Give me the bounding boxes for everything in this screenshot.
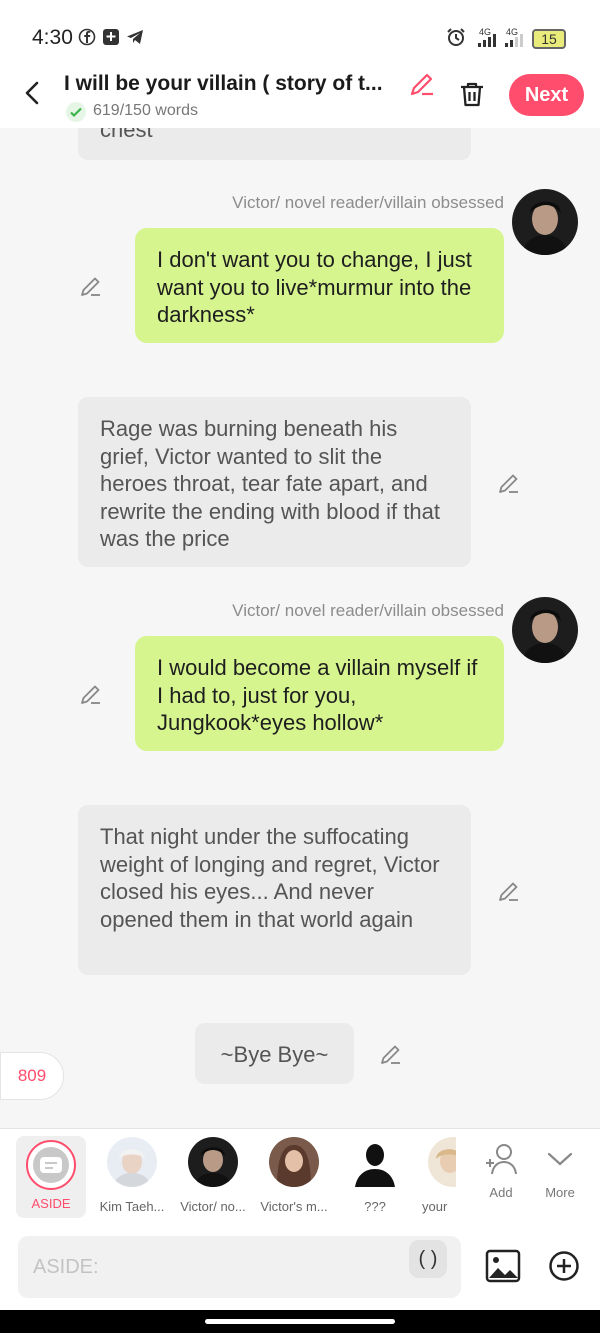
word-count: 619/150 words — [93, 102, 198, 119]
narration-text: That night under the suffocating weight … — [100, 824, 440, 932]
narration-text: ~Bye Bye~ — [220, 1042, 329, 1067]
character-kim[interactable]: Kim Taeh... — [96, 1137, 168, 1214]
more-label: More — [545, 1185, 575, 1200]
narration-bubble[interactable]: ~Bye Bye~ — [195, 1023, 354, 1084]
character-label: Victor's m... — [260, 1199, 328, 1214]
character-victor[interactable]: Victor/ no... — [177, 1137, 249, 1214]
battery-level: 15 — [541, 31, 557, 47]
editor-header: I will be your villain ( story of t... 6… — [0, 66, 600, 128]
telegram-icon — [127, 30, 143, 44]
avatar-victor[interactable] — [512, 189, 578, 255]
character-label: ??? — [364, 1199, 386, 1214]
narration-text: chest — [100, 128, 153, 142]
character-label: Victor/ no... — [180, 1199, 246, 1214]
character-unknown[interactable]: ??? — [339, 1137, 411, 1214]
signal-icon — [478, 34, 496, 47]
character-tray: ASIDE Kim Taeh... Victor/ no... Victor's… — [0, 1128, 600, 1228]
narration-bubble[interactable]: That night under the suffocating weight … — [78, 805, 471, 975]
character-label: your — [422, 1199, 448, 1214]
add-person-icon — [486, 1144, 517, 1175]
add-label: Add — [489, 1185, 513, 1200]
silhouette-icon — [350, 1137, 400, 1187]
paren-button[interactable]: ( ) — [409, 1240, 447, 1278]
avatar-image — [428, 1137, 456, 1187]
character-aside[interactable]: ASIDE — [16, 1136, 86, 1218]
facebook-icon — [78, 28, 96, 46]
edit-icon[interactable] — [79, 274, 103, 298]
plus-circle-icon[interactable] — [548, 1250, 580, 1282]
character-victors-m[interactable]: Victor's m... — [258, 1137, 330, 1214]
story-title: I will be your villain ( story of t... — [64, 72, 383, 95]
narration-bubble-previous[interactable]: chest — [78, 128, 471, 160]
more-characters-button[interactable]: More — [533, 1141, 587, 1200]
aside-label: ASIDE — [31, 1196, 71, 1211]
edit-icon[interactable] — [497, 879, 521, 903]
check-icon — [66, 102, 86, 122]
avatar-image — [107, 1137, 157, 1187]
status-bar: 4:30 4G 4G 15 — [0, 0, 600, 66]
app-notification-icon — [103, 29, 119, 45]
avatar-image — [512, 189, 578, 255]
message-text: I don't want you to change, I just want … — [157, 247, 472, 327]
avatar-victor[interactable] — [512, 597, 578, 663]
input-bar: ASIDE: ( ) — [0, 1228, 600, 1310]
speaker-name: Victor/ novel reader/villain obsessed — [232, 601, 504, 620]
edit-title-icon[interactable] — [408, 70, 436, 98]
image-icon[interactable] — [485, 1248, 521, 1284]
edit-icon[interactable] — [497, 471, 521, 495]
trash-icon[interactable] — [458, 80, 486, 108]
narration-text: Rage was burning beneath his grief, Vict… — [100, 416, 440, 551]
user-message-bubble[interactable]: I would become a villain myself if I had… — [135, 636, 504, 751]
message-text: I would become a villain myself if I had… — [157, 655, 478, 735]
back-arrow-icon[interactable] — [20, 80, 46, 106]
aside-input[interactable]: ASIDE: — [18, 1236, 461, 1298]
avatar-image — [188, 1137, 238, 1187]
message-counter[interactable]: 809 — [0, 1052, 64, 1100]
aside-chat-icon — [33, 1147, 69, 1183]
avatar-image — [512, 597, 578, 663]
narration-bubble[interactable]: Rage was burning beneath his grief, Vict… — [78, 397, 471, 567]
alarm-icon — [447, 28, 465, 46]
user-message-bubble[interactable]: I don't want you to change, I just want … — [135, 228, 504, 343]
home-indicator[interactable] — [205, 1319, 395, 1324]
speaker-name: Victor/ novel reader/villain obsessed — [232, 193, 504, 212]
gesture-bar — [0, 1310, 600, 1333]
chevron-down-icon — [547, 1152, 573, 1166]
edit-icon[interactable] — [379, 1042, 403, 1066]
character-label: Kim Taeh... — [99, 1199, 165, 1214]
signal-icon-2 — [505, 34, 523, 47]
next-button[interactable]: Next — [509, 74, 584, 116]
add-character-button[interactable]: Add — [474, 1141, 528, 1200]
character-your[interactable]: your — [420, 1137, 456, 1214]
status-time: 4:30 — [32, 26, 73, 49]
edit-icon[interactable] — [79, 682, 103, 706]
battery-icon: 15 — [532, 29, 566, 49]
avatar-image — [269, 1137, 319, 1187]
